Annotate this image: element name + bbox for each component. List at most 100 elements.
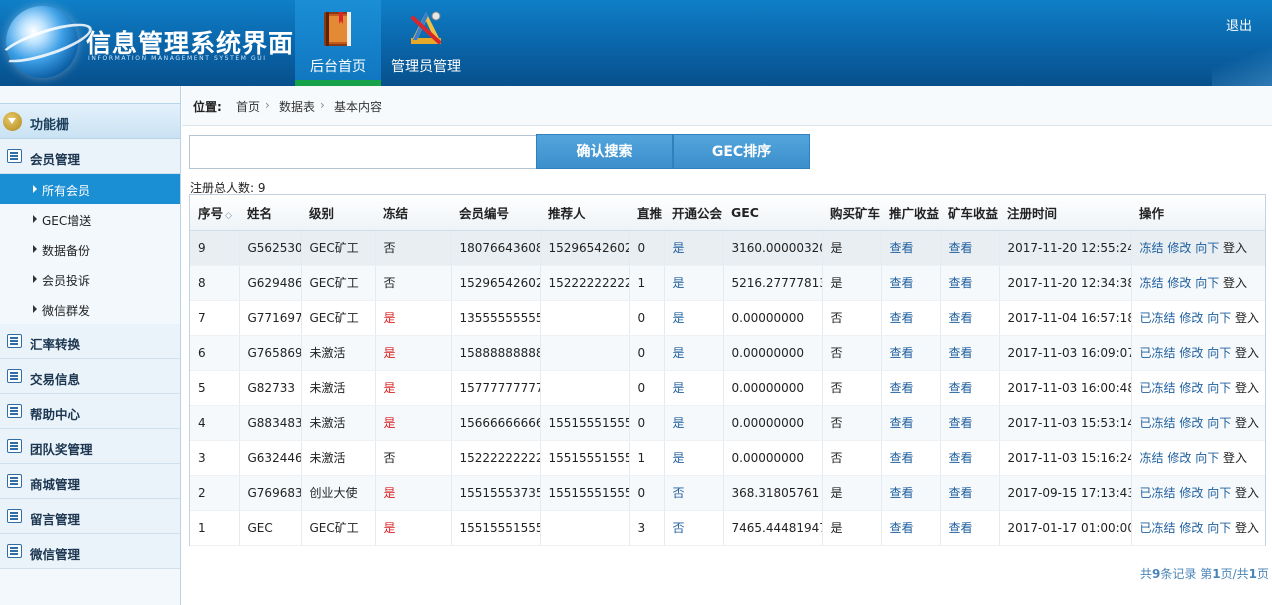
cell-member-id: 15515551555: [459, 520, 540, 535]
table-row[interactable]: 2 G769683 创业大使 是 15515553735 15515551555 0 否 368…: [190, 475, 1265, 511]
breadcrumb-separator: ›: [320, 98, 325, 112]
view-cart-link[interactable]: 查看: [949, 241, 973, 255]
menu-label: 团队奖管理: [30, 442, 93, 457]
submenu-all-members[interactable]: 所有会员: [0, 174, 180, 204]
cell-buy-cart: 否: [830, 311, 843, 325]
down-link[interactable]: 向下: [1195, 241, 1219, 255]
down-link[interactable]: 向下: [1207, 416, 1231, 430]
menu-trade-info[interactable]: 交易信息: [0, 359, 180, 394]
view-promo-link[interactable]: 查看: [890, 451, 914, 465]
down-link[interactable]: 向下: [1207, 311, 1231, 325]
freeze-link[interactable]: 已冻结: [1140, 486, 1176, 500]
down-link[interactable]: 向下: [1207, 346, 1231, 360]
login-link[interactable]: 登入: [1223, 241, 1247, 255]
view-promo-link[interactable]: 查看: [890, 346, 914, 360]
view-promo-link[interactable]: 查看: [890, 486, 914, 500]
down-link[interactable]: 向下: [1207, 486, 1231, 500]
edit-link[interactable]: 修改: [1167, 451, 1191, 465]
table-row[interactable]: 7 G771697 GEC矿工 是 13555555555 0 是 0.00000000 否 查看…: [190, 300, 1265, 336]
col-header-no[interactable]: 序号 ◇: [190, 195, 239, 231]
freeze-link[interactable]: 冻结: [1140, 241, 1164, 255]
search-input[interactable]: [189, 135, 537, 169]
down-link[interactable]: 向下: [1195, 451, 1219, 465]
edit-link[interactable]: 修改: [1167, 276, 1191, 290]
menu-mall[interactable]: 商城管理: [0, 464, 180, 499]
nav-admin[interactable]: 管理员管理: [381, 0, 471, 86]
table-row[interactable]: 8 G629486 GEC矿工 否 15296542602 15222222222 1 是 52…: [190, 265, 1265, 301]
table-row[interactable]: 3 G632446 未激活 否 15222222222 15515551555 1 是 0.00…: [190, 440, 1265, 476]
login-link[interactable]: 登入: [1223, 276, 1247, 290]
view-cart-link[interactable]: 查看: [949, 451, 973, 465]
view-cart-link[interactable]: 查看: [949, 381, 973, 395]
edit-link[interactable]: 修改: [1179, 311, 1203, 325]
submenu-data-backup[interactable]: 数据备份: [0, 234, 180, 264]
login-link[interactable]: 登入: [1235, 381, 1259, 395]
view-promo-link[interactable]: 查看: [890, 276, 914, 290]
table-row[interactable]: 9 G562530 GEC矿工 否 18076643608 15296542602 0 是 31…: [190, 230, 1265, 266]
arrow-right-icon: [33, 305, 37, 313]
view-cart-link[interactable]: 查看: [949, 416, 973, 430]
nav-admin-label: 管理员管理: [391, 59, 461, 75]
cell-register-time: 2017-11-03 16:09:07: [1007, 345, 1131, 360]
table-row[interactable]: 1 GEC GEC矿工 是 15515551555 3 否 7465.44481947 是 查看 查…: [190, 510, 1265, 546]
freeze-link[interactable]: 已冻结: [1140, 381, 1176, 395]
view-promo-link[interactable]: 查看: [890, 381, 914, 395]
menu-wechat[interactable]: 微信管理: [0, 534, 180, 569]
edit-link[interactable]: 修改: [1179, 416, 1203, 430]
down-link[interactable]: 向下: [1195, 276, 1219, 290]
cell-member-id: 13555555555: [459, 310, 540, 325]
menu-member-management[interactable]: 会员管理: [0, 139, 180, 174]
edit-link[interactable]: 修改: [1179, 486, 1203, 500]
edit-link[interactable]: 修改: [1167, 241, 1191, 255]
table-row[interactable]: 4 G883483 未激活 是 15666666666 15515551555 0 是 0.00…: [190, 405, 1265, 441]
login-link[interactable]: 登入: [1223, 451, 1247, 465]
view-cart-link[interactable]: 查看: [949, 311, 973, 325]
breadcrumb-home[interactable]: 首页: [236, 98, 260, 115]
view-promo-link[interactable]: 查看: [890, 416, 914, 430]
view-promo-link[interactable]: 查看: [890, 241, 914, 255]
submenu-member-complaint[interactable]: 会员投诉: [0, 264, 180, 294]
view-promo-link[interactable]: 查看: [890, 521, 914, 535]
down-link[interactable]: 向下: [1207, 381, 1231, 395]
confirm-search-button[interactable]: 确认搜索: [536, 134, 673, 169]
edit-link[interactable]: 修改: [1179, 521, 1203, 535]
logout-link[interactable]: 退出: [1226, 15, 1252, 34]
menu-messages[interactable]: 留言管理: [0, 499, 180, 534]
cell-frozen: 是: [383, 486, 396, 500]
login-link[interactable]: 登入: [1235, 311, 1259, 325]
table-row[interactable]: 5 G82733 未激活 是 15777777777 0 是 0.00000000 否 查看 查看 2…: [190, 370, 1265, 406]
login-link[interactable]: 登入: [1235, 416, 1259, 430]
menu-exchange-rate[interactable]: 汇率转换: [0, 324, 180, 359]
login-link[interactable]: 登入: [1235, 486, 1259, 500]
down-link[interactable]: 向下: [1207, 521, 1231, 535]
freeze-link[interactable]: 已冻结: [1140, 416, 1176, 430]
cell-no: 5: [198, 380, 206, 395]
edit-link[interactable]: 修改: [1179, 381, 1203, 395]
login-link[interactable]: 登入: [1235, 346, 1259, 360]
menu-help-center[interactable]: 帮助中心: [0, 394, 180, 429]
view-cart-link[interactable]: 查看: [949, 521, 973, 535]
login-link[interactable]: 登入: [1235, 521, 1259, 535]
menu-team-award[interactable]: 团队奖管理: [0, 429, 180, 464]
sort-icon[interactable]: ◇: [225, 211, 232, 221]
nav-home[interactable]: 后台首页: [295, 0, 381, 86]
edit-link[interactable]: 修改: [1179, 346, 1203, 360]
freeze-link[interactable]: 冻结: [1140, 276, 1164, 290]
cell-member-id: 15515553735: [459, 485, 540, 500]
view-promo-link[interactable]: 查看: [890, 311, 914, 325]
freeze-link[interactable]: 已冻结: [1140, 521, 1176, 535]
breadcrumb-label: 位置:: [193, 100, 222, 114]
gec-sort-button[interactable]: GEC排序: [673, 134, 810, 169]
list-icon: [7, 369, 22, 383]
submenu-wechat-broadcast[interactable]: 微信群发: [0, 294, 180, 324]
freeze-link[interactable]: 冻结: [1140, 451, 1164, 465]
table-row[interactable]: 6 G765869 未激活 是 15888888888 0 是 0.00000000 否 查看 查看…: [190, 335, 1265, 371]
breadcrumb-datatable[interactable]: 数据表: [279, 98, 315, 115]
submenu-gec-gift[interactable]: GEC增送: [0, 204, 180, 234]
freeze-link[interactable]: 已冻结: [1140, 311, 1176, 325]
freeze-link[interactable]: 已冻结: [1140, 346, 1176, 360]
view-cart-link[interactable]: 查看: [949, 486, 973, 500]
sidebar-header[interactable]: 功能栅: [0, 103, 180, 139]
view-cart-link[interactable]: 查看: [949, 346, 973, 360]
view-cart-link[interactable]: 查看: [949, 276, 973, 290]
